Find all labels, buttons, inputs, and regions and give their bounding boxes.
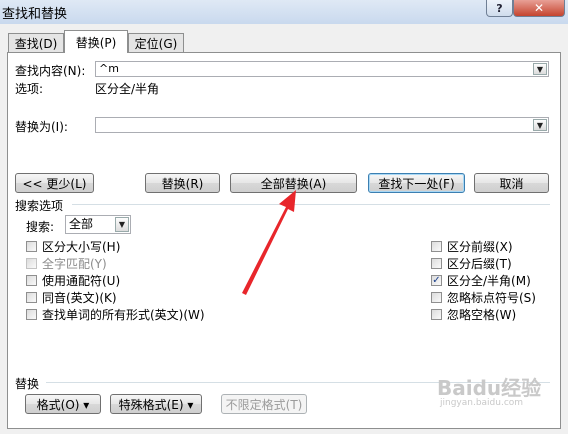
tab-replace[interactable]: 替换(P) xyxy=(64,30,128,53)
annotation-arrow-icon xyxy=(242,190,296,295)
arrow-shape xyxy=(242,190,296,295)
